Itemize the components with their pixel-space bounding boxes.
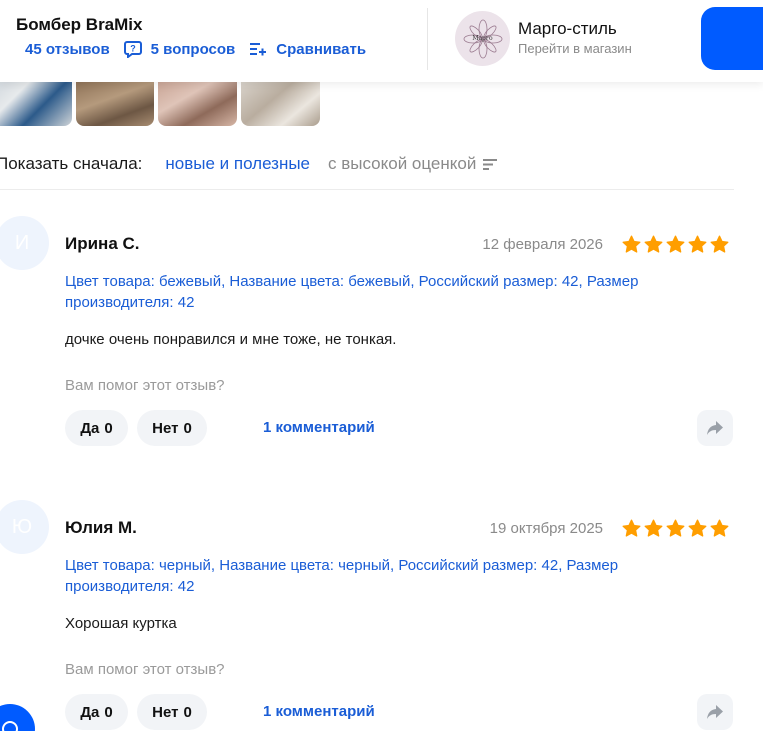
star-icon — [643, 518, 664, 539]
helpful-yes-button[interactable]: Да 0 — [65, 694, 128, 730]
helpful-yes-count: 0 — [104, 419, 113, 437]
shop-logo[interactable]: Марго — [455, 11, 510, 66]
question-bubble-icon[interactable]: ? — [123, 40, 142, 58]
helpful-no-button[interactable]: Нет 0 — [137, 410, 207, 446]
share-button[interactable] — [697, 410, 733, 446]
product-meta-row: 45 отзывов ? 5 вопросов Сравнивать — [25, 40, 366, 58]
product-title: Бомбер BraMix — [16, 15, 143, 34]
star-icon — [621, 518, 642, 539]
helpful-yes-button[interactable]: Да 0 — [65, 410, 128, 446]
sort-label: Показать сначала: — [0, 154, 143, 173]
share-arrow-icon — [707, 421, 723, 435]
review-product-params: Цвет товара: черный, Название цвета: чер… — [65, 557, 619, 595]
share-arrow-icon — [707, 705, 723, 719]
header-divider — [427, 8, 428, 70]
star-icon — [687, 234, 708, 255]
star-icon — [665, 234, 686, 255]
review-photos-strip — [0, 82, 330, 126]
review-photo[interactable] — [241, 82, 320, 126]
review-text: дочке очень понравился и мне тоже, не то… — [65, 331, 397, 348]
helpful-no-button[interactable]: Нет 0 — [137, 694, 207, 730]
helpful-yes-count: 0 — [104, 703, 113, 721]
add-to-cart-button[interactable] — [701, 7, 763, 70]
rating-stars — [621, 518, 730, 539]
reviews-count-link[interactable]: 45 отзывов — [25, 41, 110, 58]
review-author: Юлия М. — [65, 518, 137, 537]
star-icon — [643, 234, 664, 255]
svg-text:?: ? — [130, 44, 136, 54]
helpful-no-label: Нет — [152, 703, 179, 721]
review-card: Ю Юлия М. 19 октября 2025 Цвет товара: ч… — [0, 500, 763, 731]
review-author: Ирина С. — [65, 234, 140, 253]
helpful-no-count: 0 — [183, 703, 192, 721]
helpful-no-label: Нет — [152, 419, 179, 437]
helpful-question: Вам помог этот отзыв? — [65, 377, 225, 394]
sort-option-new-useful[interactable]: новые и полезные — [165, 154, 310, 174]
share-button[interactable] — [697, 694, 733, 730]
comments-link[interactable]: 1 комментарий — [263, 703, 375, 720]
review-photo[interactable] — [158, 82, 237, 126]
sort-divider — [0, 189, 734, 190]
review-date: 12 февраля 2026 — [482, 236, 603, 253]
helpful-yes-label: Да — [80, 419, 100, 437]
review-card: И Ирина С. 12 февраля 2026 Цвет товара: … — [0, 216, 763, 476]
review-product-params: Цвет товара: бежевый, Название цвета: бе… — [65, 273, 639, 311]
sticky-product-header: Бомбер BraMix 45 отзывов ? 5 вопросов Ср… — [0, 0, 763, 82]
comments-link[interactable]: 1 комментарий — [263, 419, 375, 436]
compare-link[interactable]: Сравнивать — [276, 41, 366, 58]
helpful-question: Вам помог этот отзыв? — [65, 661, 225, 678]
review-text: Хорошая куртка — [65, 615, 177, 632]
helpful-yes-label: Да — [80, 703, 100, 721]
star-icon — [709, 234, 730, 255]
sort-option-high-rating-label: с высокой оценкой — [328, 154, 477, 173]
review-photo[interactable] — [0, 82, 72, 126]
rating-stars — [621, 234, 730, 255]
sort-lines-icon — [483, 158, 498, 171]
shop-name[interactable]: Марго-стиль — [518, 19, 617, 39]
star-icon — [665, 518, 686, 539]
star-icon — [621, 234, 642, 255]
sort-row: Показать сначала: новые и полезные с выс… — [0, 154, 498, 174]
star-icon — [687, 518, 708, 539]
go-to-shop-link[interactable]: Перейти в магазин — [518, 41, 632, 56]
shop-logo-text: Марго — [472, 35, 493, 42]
avatar: Ю — [0, 500, 49, 554]
compare-list-icon[interactable] — [249, 40, 267, 58]
questions-count-link[interactable]: 5 вопросов — [151, 41, 236, 58]
review-date: 19 октября 2025 — [489, 520, 603, 537]
avatar: И — [0, 216, 49, 270]
sort-option-high-rating[interactable]: с высокой оценкой — [328, 154, 498, 174]
review-photo[interactable] — [76, 82, 154, 126]
star-icon — [709, 518, 730, 539]
chat-icon — [2, 721, 18, 731]
helpful-no-count: 0 — [183, 419, 192, 437]
